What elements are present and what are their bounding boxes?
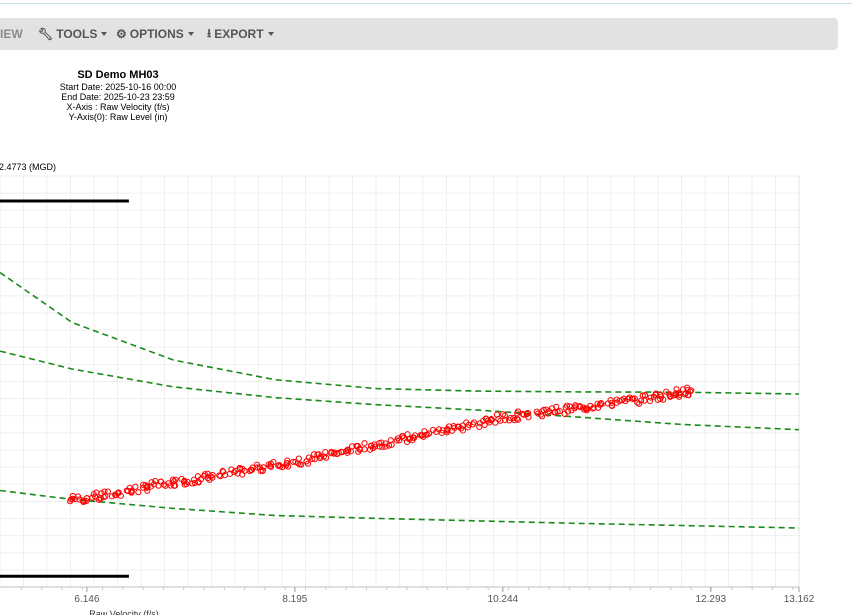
scatter-plot[interactable]: 6.146 8.195 10.244 12.293 13.162 Raw Velocity… — [0, 0, 852, 615]
x-tick-label: 13.162 — [784, 594, 815, 605]
scatter-point — [647, 394, 654, 401]
scatter-point — [135, 489, 142, 496]
x-tick-label: 8.195 — [282, 594, 307, 605]
scatter-point — [104, 488, 111, 495]
scatter-point — [305, 454, 313, 461]
x-tick-label: 10.244 — [488, 594, 519, 605]
x-tick-label: 6.146 — [74, 594, 99, 605]
x-axis-title: Raw Velocity (f/s) — [89, 609, 159, 615]
scatter-point — [194, 473, 202, 480]
scatter-point — [132, 483, 139, 490]
x-tick-label: 12.293 — [696, 594, 727, 605]
scatter-point — [361, 440, 368, 447]
